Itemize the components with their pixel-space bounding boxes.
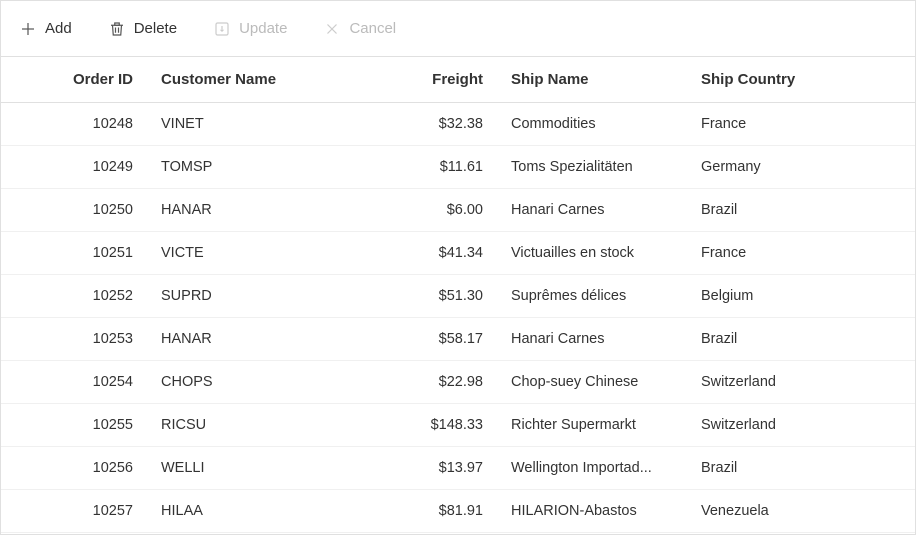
table-row[interactable]: 10248VINET$32.38CommoditiesFrance — [1, 103, 915, 146]
cell-ship-name: Commodities — [501, 103, 691, 146]
table-row[interactable]: 10253HANAR$58.17Hanari CarnesBrazil — [1, 318, 915, 361]
toolbar: Add Delete Update — [1, 1, 915, 57]
cell-ship-country: Switzerland — [691, 404, 915, 447]
cell-customer: VINET — [151, 103, 331, 146]
cell-customer: HANAR — [151, 189, 331, 232]
cancel-icon — [323, 20, 341, 38]
cell-customer: RICSU — [151, 404, 331, 447]
update-button[interactable]: Update — [207, 16, 293, 42]
cell-ship-country: Germany — [691, 146, 915, 189]
cell-ship-country: Brazil — [691, 318, 915, 361]
data-grid: Add Delete Update — [0, 0, 916, 535]
cell-customer: HILAA — [151, 490, 331, 533]
table-row[interactable]: 10255RICSU$148.33Richter SupermarktSwitz… — [1, 404, 915, 447]
column-header-order-id[interactable]: Order ID — [1, 57, 151, 103]
cell-freight: $32.38 — [331, 103, 501, 146]
orders-table: Order ID Customer Name Freight Ship Name… — [1, 57, 915, 533]
cell-order-id: 10253 — [1, 318, 151, 361]
table-row[interactable]: 10254CHOPS$22.98Chop-suey ChineseSwitzer… — [1, 361, 915, 404]
cell-ship-name: Suprêmes délices — [501, 275, 691, 318]
cell-ship-country: France — [691, 232, 915, 275]
cell-ship-country: Brazil — [691, 189, 915, 232]
cell-ship-country: Brazil — [691, 447, 915, 490]
cell-freight: $13.97 — [331, 447, 501, 490]
cell-ship-country: Venezuela — [691, 490, 915, 533]
table-row[interactable]: 10249TOMSP$11.61Toms SpezialitätenGerman… — [1, 146, 915, 189]
cell-customer: HANAR — [151, 318, 331, 361]
cell-ship-name: Toms Spezialitäten — [501, 146, 691, 189]
add-label: Add — [45, 20, 72, 37]
cell-freight: $81.91 — [331, 490, 501, 533]
cell-order-id: 10249 — [1, 146, 151, 189]
table-row[interactable]: 10256WELLI$13.97Wellington Importad...Br… — [1, 447, 915, 490]
column-header-customer[interactable]: Customer Name — [151, 57, 331, 103]
cell-customer: VICTE — [151, 232, 331, 275]
table-row[interactable]: 10252SUPRD$51.30Suprêmes délicesBelgium — [1, 275, 915, 318]
table-row[interactable]: 10250HANAR$6.00Hanari CarnesBrazil — [1, 189, 915, 232]
cell-order-id: 10250 — [1, 189, 151, 232]
cell-freight: $148.33 — [331, 404, 501, 447]
column-header-freight[interactable]: Freight — [331, 57, 501, 103]
header-row: Order ID Customer Name Freight Ship Name… — [1, 57, 915, 103]
column-header-country[interactable]: Ship Country — [691, 57, 915, 103]
update-icon — [213, 20, 231, 38]
cell-ship-name: HILARION-Abastos — [501, 490, 691, 533]
cancel-label: Cancel — [349, 20, 396, 37]
column-header-ship-name[interactable]: Ship Name — [501, 57, 691, 103]
cell-customer: WELLI — [151, 447, 331, 490]
cell-freight: $6.00 — [331, 189, 501, 232]
cell-ship-name: Victuailles en stock — [501, 232, 691, 275]
trash-icon — [108, 20, 126, 38]
cell-order-id: 10257 — [1, 490, 151, 533]
cell-customer: SUPRD — [151, 275, 331, 318]
cell-ship-name: Hanari Carnes — [501, 189, 691, 232]
cell-ship-country: Belgium — [691, 275, 915, 318]
cell-customer: TOMSP — [151, 146, 331, 189]
cell-freight: $58.17 — [331, 318, 501, 361]
cell-freight: $22.98 — [331, 361, 501, 404]
cell-order-id: 10251 — [1, 232, 151, 275]
cell-ship-name: Chop-suey Chinese — [501, 361, 691, 404]
update-label: Update — [239, 20, 287, 37]
table-row[interactable]: 10251VICTE$41.34Victuailles en stockFran… — [1, 232, 915, 275]
cell-order-id: 10248 — [1, 103, 151, 146]
cancel-button[interactable]: Cancel — [317, 16, 402, 42]
cell-freight: $41.34 — [331, 232, 501, 275]
cell-order-id: 10254 — [1, 361, 151, 404]
cell-ship-name: Wellington Importad... — [501, 447, 691, 490]
table-row[interactable]: 10257HILAA$81.91HILARION-AbastosVenezuel… — [1, 490, 915, 533]
cell-customer: CHOPS — [151, 361, 331, 404]
delete-button[interactable]: Delete — [102, 16, 183, 42]
delete-label: Delete — [134, 20, 177, 37]
add-button[interactable]: Add — [13, 16, 78, 42]
cell-ship-country: France — [691, 103, 915, 146]
cell-order-id: 10255 — [1, 404, 151, 447]
cell-ship-name: Richter Supermarkt — [501, 404, 691, 447]
cell-freight: $11.61 — [331, 146, 501, 189]
cell-order-id: 10252 — [1, 275, 151, 318]
grid-body[interactable]: Order ID Customer Name Freight Ship Name… — [1, 57, 915, 534]
cell-ship-country: Switzerland — [691, 361, 915, 404]
cell-order-id: 10256 — [1, 447, 151, 490]
cell-ship-name: Hanari Carnes — [501, 318, 691, 361]
cell-freight: $51.30 — [331, 275, 501, 318]
plus-icon — [19, 20, 37, 38]
